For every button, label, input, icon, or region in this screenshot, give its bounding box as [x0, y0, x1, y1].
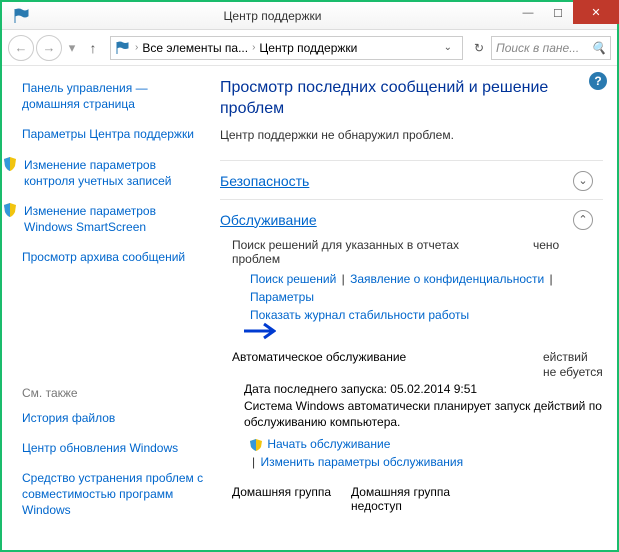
automaint-block: Автоматическое обслуживание ействий не е…: [220, 350, 603, 472]
automaint-body: Дата последнего запуска: 05.02.2014 9:51…: [220, 381, 603, 431]
main-panel: ? Просмотр последних сообщений и решение…: [212, 66, 617, 550]
chevron-down-icon[interactable]: ⌄: [573, 171, 593, 191]
sidebar-link-uac[interactable]: Изменение параметров контроля учетных за…: [24, 157, 204, 189]
seealso-windowsupdate[interactable]: Центр обновления Windows: [22, 440, 178, 456]
link-change-maint[interactable]: Изменить параметры обслуживания: [260, 455, 463, 469]
sidebar-link-params[interactable]: Параметры Центра поддержки: [22, 126, 194, 142]
search-placeholder: Поиск в пане...: [496, 41, 587, 55]
help-icon[interactable]: ?: [589, 72, 607, 90]
sidebar-link-home[interactable]: Панель управления — домашняя страница: [22, 80, 204, 112]
automaint-label: Автоматическое обслуживание: [220, 350, 406, 377]
sidebar-link-smartscreen[interactable]: Изменение параметров Windows SmartScreen: [24, 203, 204, 235]
chevron-right-icon: ›: [252, 42, 255, 53]
solution-links: Поиск решений | Заявление о конфиденциал…: [232, 270, 593, 324]
window-title: Центр поддержки: [32, 9, 513, 23]
breadcrumb[interactable]: › Все элементы па... › Центр поддержки ⌄: [110, 36, 463, 60]
see-also-label: См. также: [22, 386, 204, 400]
maintenance-section[interactable]: Обслуживание ⌃: [220, 199, 603, 238]
homegroup-status: Домашняя группа недоступ: [351, 485, 471, 513]
link-start-maint[interactable]: Начать обслуживание: [267, 437, 390, 451]
back-button[interactable]: ←: [8, 35, 34, 61]
search-icon: 🔍: [591, 41, 606, 55]
shield-icon: [250, 439, 262, 451]
homegroup-row: Домашняя группа Домашняя группа недоступ: [220, 485, 603, 513]
history-dropdown[interactable]: ▾: [64, 35, 80, 61]
forward-button[interactable]: →: [36, 35, 62, 61]
link-privacy[interactable]: Заявление о конфиденциальности: [350, 272, 544, 286]
refresh-button[interactable]: ↻: [469, 38, 489, 58]
security-title: Безопасность: [220, 173, 309, 189]
link-search-solutions[interactable]: Поиск решений: [250, 272, 336, 286]
sidebar-link-archive[interactable]: Просмотр архива сообщений: [22, 249, 185, 265]
seealso-filehistory[interactable]: История файлов: [22, 410, 115, 426]
titlebar: Центр поддержки — ☐ ✕: [2, 2, 617, 30]
navbar: ← → ▾ ↑ › Все элементы па... › Центр под…: [2, 30, 617, 66]
window-controls: — ☐ ✕: [513, 2, 617, 29]
homegroup-label: Домашняя группа: [232, 485, 331, 513]
shield-icon: [4, 157, 18, 189]
close-button[interactable]: ✕: [573, 0, 619, 24]
flag-icon: [115, 40, 131, 56]
up-button[interactable]: ↑: [82, 37, 104, 59]
security-section[interactable]: Безопасность ⌄: [220, 160, 603, 199]
chevron-up-icon[interactable]: ⌃: [573, 210, 593, 230]
chevron-right-icon: ›: [135, 42, 138, 53]
breadcrumb-part[interactable]: Все элементы па...: [142, 41, 248, 55]
page-title: Просмотр последних сообщений и решение п…: [220, 78, 603, 120]
sidebar: Панель управления — домашняя страница Па…: [2, 66, 212, 550]
seealso-compat[interactable]: Средство устранения проблем с совместимо…: [22, 470, 204, 519]
status-text: чено: [533, 238, 593, 270]
link-params[interactable]: Параметры: [250, 290, 314, 304]
breadcrumb-dropdown[interactable]: ⌄: [444, 42, 452, 53]
search-solutions-label: Поиск решений для указанных в отчетах пр…: [232, 238, 482, 266]
flag-icon: [10, 5, 32, 27]
search-solutions-block: Поиск решений для указанных в отчетах пр…: [220, 238, 603, 336]
automaint-status: ействий не ебуется: [543, 350, 603, 381]
maximize-button[interactable]: ☐: [543, 2, 573, 24]
page-subtitle: Центр поддержки не обнаружил проблем.: [220, 128, 603, 142]
automaint-links: Начать обслуживание | Изменить параметры…: [220, 435, 603, 471]
content-area: Панель управления — домашняя страница Па…: [2, 66, 617, 550]
link-reliability[interactable]: Показать журнал стабильности работы: [250, 308, 469, 322]
maintenance-title: Обслуживание: [220, 212, 317, 228]
breadcrumb-part[interactable]: Центр поддержки: [259, 41, 357, 55]
search-input[interactable]: Поиск в пане... 🔍: [491, 36, 611, 60]
minimize-button[interactable]: —: [513, 2, 543, 24]
last-run-text: Дата последнего запуска: 05.02.2014 9:51: [244, 381, 603, 398]
automaint-desc: Система Windows автоматически планирует …: [244, 398, 603, 432]
shield-icon: [4, 203, 18, 235]
